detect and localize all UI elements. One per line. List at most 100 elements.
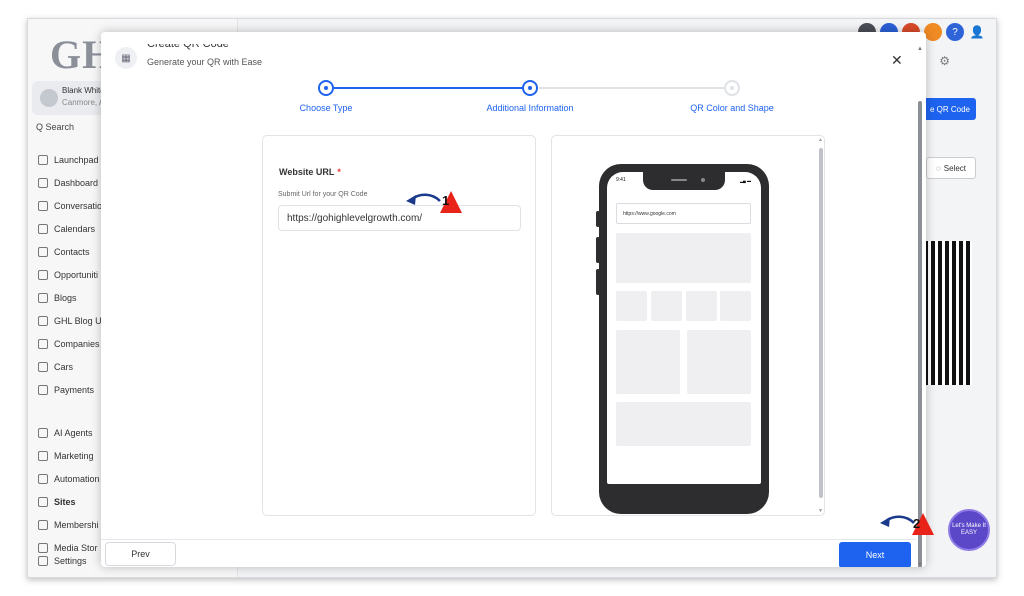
website-url-hint: Submit Url for your QR Code [278, 191, 368, 198]
bg-nav-item[interactable]: GHL Blog U [38, 316, 102, 326]
bg-nav-item-label: Media Stor [54, 543, 98, 553]
modal-title: Create QR Code [147, 38, 229, 50]
bg-nav-item[interactable]: Launchpad [38, 155, 99, 165]
bg-nav-item-label: Membershi [54, 520, 99, 530]
bg-nav-item-label: Calendars [54, 224, 96, 234]
bg-nav-item[interactable]: Sites [38, 497, 76, 507]
bg-nav-item-icon [38, 178, 48, 188]
bg-nav-item-icon [38, 474, 48, 484]
step-3-dot[interactable] [724, 80, 740, 96]
preview-scrollbar[interactable]: ▲ ▼ [817, 136, 824, 515]
create-qr-modal: ▦ Create QR Code Generate your QR with E… [101, 32, 926, 567]
bg-nav-item-icon [38, 155, 48, 165]
phone-screen: 9:41 ▂▄ ▬ https://www.google.com [607, 172, 761, 484]
stepper-line-completed [334, 87, 523, 89]
preview-block [687, 330, 751, 394]
preview-block [651, 291, 682, 321]
bg-nav-item-icon [38, 362, 48, 372]
footer-divider [101, 539, 916, 540]
bg-nav-item-icon [38, 428, 48, 438]
bg-nav-item-label: Settings [54, 556, 87, 566]
qr-code-icon: ▦ [115, 47, 137, 69]
form-card: Website URL * Submit Url for your QR Code… [262, 135, 536, 516]
bg-check-icon: ◌ [936, 163, 941, 173]
bg-select-button[interactable]: ◌ Select [926, 157, 976, 179]
scroll-up-icon[interactable]: ▲ [917, 46, 923, 52]
bg-nav-item[interactable]: Dashboard [38, 178, 98, 188]
preview-url-bar: https://www.google.com [616, 203, 751, 224]
phone-time: 9:41 [616, 177, 626, 183]
step-1-label[interactable]: Choose Type [300, 103, 353, 113]
bg-nav-item[interactable]: Cars [38, 362, 73, 372]
bg-nav-item-icon [38, 497, 48, 507]
step-1-dot[interactable] [318, 80, 334, 96]
bg-nav-item[interactable]: Conversatio [38, 201, 102, 211]
website-url-input[interactable]: https://gohighlevelgrowth.com/ [278, 205, 521, 231]
notch-speaker [671, 179, 687, 181]
bg-nav-item-icon [38, 316, 48, 326]
step-2-dot[interactable] [522, 80, 538, 96]
bg-create-qr-button[interactable]: e QR Code [924, 98, 976, 120]
bg-nav-item-label: Cars [54, 362, 74, 372]
preview-scroll-down-icon[interactable]: ▼ [818, 508, 823, 514]
corner-logo-badge: Let's Make It EASY [948, 509, 990, 551]
bg-nav-item-icon [38, 224, 48, 234]
bg-nav-item[interactable]: Settings [38, 556, 87, 566]
next-button[interactable]: Next [839, 542, 911, 567]
preview-block [720, 291, 751, 321]
bg-nav-item-icon [38, 247, 48, 257]
phone-mockup: 9:41 ▂▄ ▬ https://www.google.com [599, 164, 769, 514]
bg-nav-item-label: Sites [54, 497, 76, 507]
bg-nav-item-icon [38, 451, 48, 461]
step-3-label[interactable]: QR Color and Shape [690, 103, 774, 113]
annotation-arrow-1 [406, 191, 462, 213]
bg-nav-item-icon [38, 201, 48, 211]
bg-nav-item[interactable]: Media Stor [38, 543, 98, 553]
prev-button[interactable]: Prev [105, 542, 176, 566]
scroll-down-icon[interactable]: ▼ [917, 562, 923, 567]
bg-nav-item-icon [38, 385, 48, 395]
bg-megaphone-icon[interactable] [924, 23, 942, 41]
bg-nav-item-label: Blogs [54, 293, 77, 303]
signal-icon: ▂▄ ▬ [739, 178, 751, 183]
modal-scrollbar[interactable]: ▲ ▼ [915, 46, 925, 567]
preview-block [616, 291, 647, 321]
preview-card: 9:41 ▂▄ ▬ https://www.google.com ▲ ▼ [551, 135, 825, 516]
bg-nav-item-label: GHL Blog U [54, 316, 102, 326]
bg-nav-item[interactable]: Opportuniti [38, 270, 98, 280]
preview-block [616, 233, 751, 283]
bg-nav-item-icon [38, 543, 48, 553]
scroll-thumb[interactable] [918, 101, 922, 567]
bg-nav-item[interactable]: Marketing [38, 451, 94, 461]
bg-nav-item[interactable]: Membershi [38, 520, 99, 530]
bg-nav-item-icon [38, 270, 48, 280]
bg-nav-item-icon [38, 520, 48, 530]
bg-search[interactable]: Q Search [36, 122, 74, 132]
bg-nav-item[interactable]: Payments [38, 385, 94, 395]
bg-help-icon[interactable]: ? [946, 23, 964, 41]
bg-account-avatar [40, 89, 58, 107]
bg-qr-preview [924, 241, 972, 385]
stepper-line-pending [539, 87, 725, 89]
bg-nav-item-icon [38, 293, 48, 303]
bg-user-icon[interactable]: 👤 [968, 23, 986, 41]
bg-nav-item-label: AI Agents [54, 428, 93, 438]
close-icon[interactable]: ✕ [891, 52, 903, 69]
bg-select-label: Select [943, 163, 966, 173]
bg-nav-item[interactable]: Calendars [38, 224, 95, 234]
bg-nav-item[interactable]: Contacts [38, 247, 90, 257]
bg-nav-item[interactable]: Blogs [38, 293, 77, 303]
phone-notch [643, 172, 725, 190]
preview-block [616, 330, 680, 394]
bg-nav-item-label: Dashboard [54, 178, 99, 188]
step-2-label[interactable]: Additional Information [486, 103, 573, 113]
preview-scroll-thumb[interactable] [819, 148, 823, 498]
bg-gear-icon[interactable]: ⚙ [939, 54, 950, 68]
bg-nav-item[interactable]: Companies [38, 339, 100, 349]
bg-nav-item-label: Companies [54, 339, 100, 349]
website-url-label-text: Website URL [279, 167, 335, 177]
bg-nav-item[interactable]: AI Agents [38, 428, 93, 438]
preview-scroll-up-icon[interactable]: ▲ [818, 137, 823, 143]
bg-account-location: Canmore, Al [62, 98, 107, 107]
bg-nav-item[interactable]: Automation [38, 474, 100, 484]
